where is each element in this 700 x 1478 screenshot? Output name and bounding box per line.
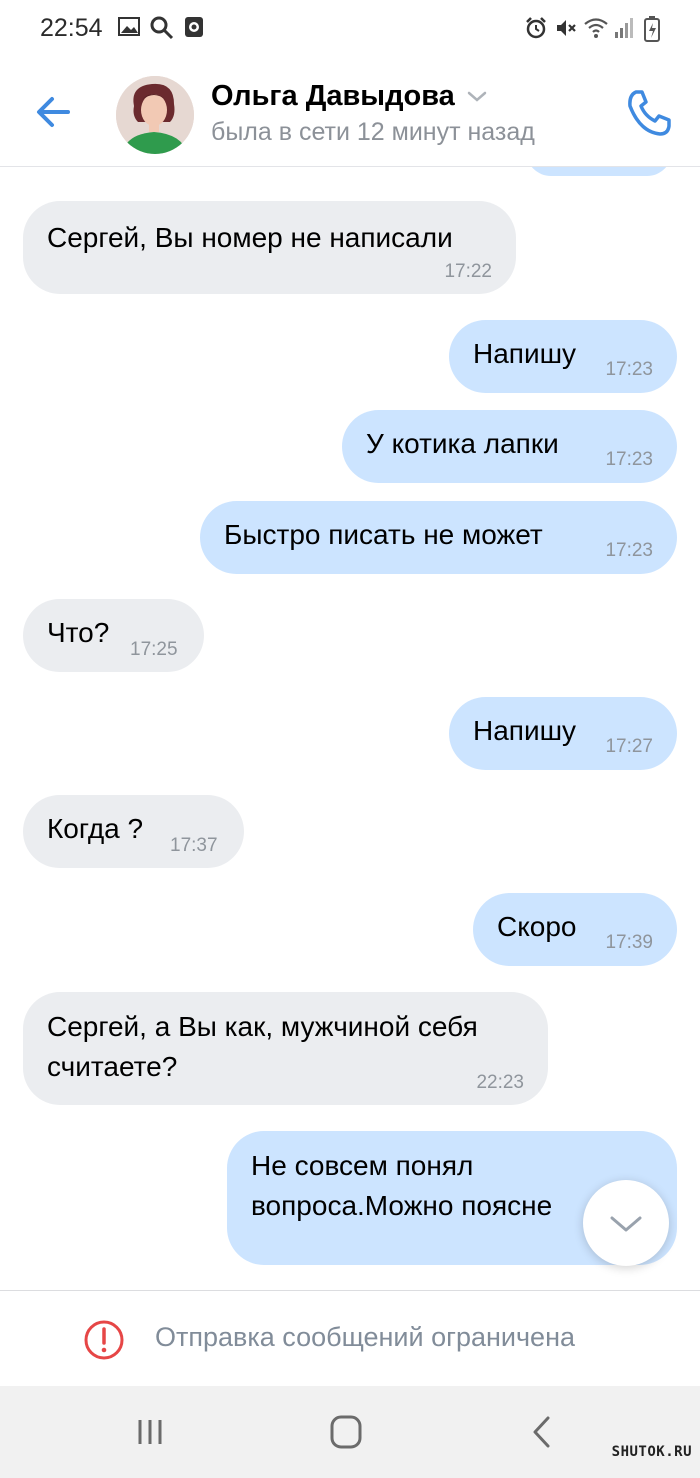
message-time: 17:39 — [605, 932, 653, 953]
message-time: 17:37 — [170, 835, 218, 856]
avatar[interactable] — [116, 76, 194, 154]
message-text: Напишу — [473, 338, 577, 369]
message-text: Скоро — [497, 911, 577, 942]
message-bubble-outgoing[interactable]: Напишу 17:27 — [449, 697, 677, 770]
mute-icon — [557, 20, 576, 36]
message-text: Быстро писать не может — [224, 519, 543, 550]
message-time: 17:23 — [605, 449, 653, 470]
contact-name[interactable]: Ольга Давыдова — [211, 80, 455, 113]
message-bubble-incoming[interactable]: Сергей, а Вы как, мужчиной себя считаете… — [23, 992, 548, 1105]
message-text: Что? — [47, 617, 110, 648]
message-text-line: Сергей, а Вы как, мужчиной себя — [47, 1011, 478, 1042]
message-text-line: считаете? — [47, 1051, 178, 1082]
search-icon — [150, 16, 174, 40]
message-text: Сергей, Вы номер не написали — [47, 222, 453, 253]
status-time: 22:54 — [40, 14, 103, 42]
message-bubble-outgoing[interactable]: Быстро писать не может 17:23 — [200, 501, 677, 574]
messaging-restricted-banner: Отправка сообщений ограничена — [0, 1290, 700, 1387]
alarm-icon — [526, 17, 546, 39]
recent-apps-icon[interactable] — [128, 1412, 172, 1452]
status-bar: 22:54 — [0, 0, 700, 58]
message-time: 17:27 — [605, 736, 653, 757]
contact-status: была в сети 12 минут назад — [211, 118, 535, 146]
message-text: У котика лапки — [366, 428, 559, 459]
system-nav-bar: SHUTOK.RU — [0, 1386, 700, 1478]
message-text-line: Не совсем понял — [251, 1150, 474, 1181]
chat-header: Ольга Давыдова была в сети 12 минут наза… — [0, 58, 700, 167]
message-bubble-outgoing[interactable]: Напишу 17:23 — [449, 320, 677, 393]
phone-call-icon[interactable] — [622, 86, 676, 140]
signal-icon — [615, 18, 633, 38]
message-time: 17:23 — [605, 359, 653, 380]
avatar-photo — [116, 76, 194, 154]
screen-record-icon — [185, 17, 203, 37]
message-bubble-incoming[interactable]: Что? 17:25 — [23, 599, 204, 672]
partial-message-bubble — [526, 166, 672, 176]
image-icon — [118, 17, 140, 36]
restriction-text: Отправка сообщений ограничена — [155, 1322, 575, 1352]
message-text: Когда ? — [47, 813, 144, 844]
message-time: 17:23 — [605, 540, 653, 561]
message-bubble-incoming[interactable]: Когда ? 17:37 — [23, 795, 244, 868]
message-time: 17:22 — [444, 261, 492, 282]
chevron-down-icon[interactable] — [466, 90, 488, 104]
back-arrow-icon[interactable] — [28, 88, 80, 136]
home-icon[interactable] — [324, 1412, 368, 1452]
wifi-icon — [584, 18, 608, 38]
message-time: 17:25 — [130, 639, 178, 660]
warning-circle-icon — [84, 1320, 124, 1360]
message-bubble-outgoing[interactable]: У котика лапки 17:23 — [342, 410, 677, 483]
message-text: Напишу — [473, 715, 577, 746]
message-time: 22:23 — [476, 1072, 524, 1093]
back-nav-icon[interactable] — [520, 1412, 564, 1452]
battery-icon — [644, 16, 660, 42]
message-text-line: вопроса.Можно поясне — [251, 1190, 553, 1221]
scroll-to-bottom-button[interactable] — [583, 1180, 669, 1266]
watermark: SHUTOK.RU — [611, 1444, 692, 1460]
message-bubble-outgoing[interactable]: Скоро 17:39 — [473, 893, 677, 966]
message-list[interactable]: Сергей, Вы номер не написали 17:22 Напиш… — [0, 166, 700, 1290]
chevron-down-icon — [610, 1216, 642, 1232]
message-bubble-incoming[interactable]: Сергей, Вы номер не написали 17:22 — [23, 201, 516, 294]
